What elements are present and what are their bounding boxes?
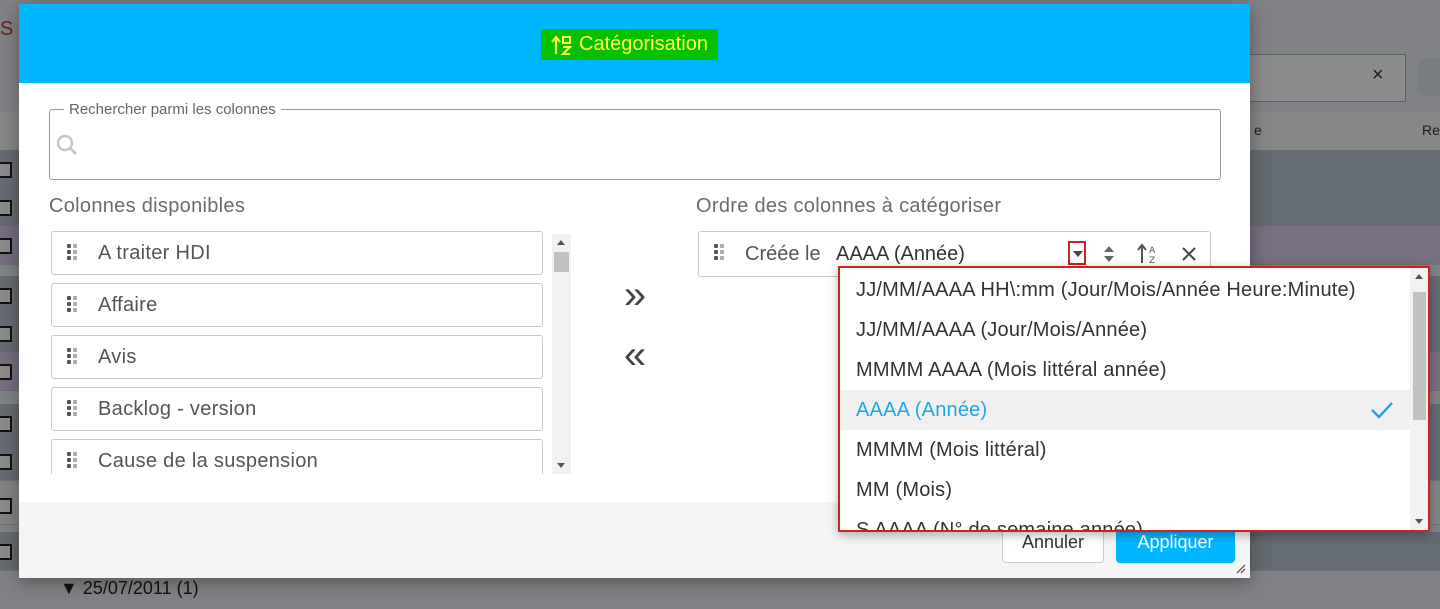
drag-handle-icon[interactable] xyxy=(67,348,81,368)
categorize-icon xyxy=(551,34,573,55)
search-icon xyxy=(56,134,77,155)
available-list-scrollbar[interactable] xyxy=(552,234,571,474)
column-search-field: Rechercher parmi les colonnes xyxy=(49,101,1221,180)
available-column-item[interactable]: Affaire xyxy=(51,283,543,327)
dialog-header: Catégorisation xyxy=(19,4,1250,83)
format-option[interactable]: JJ/MM/AAAA (Jour/Mois/Année) xyxy=(840,310,1412,350)
format-option[interactable]: S AAAA (N° de semaine année) xyxy=(840,510,1412,530)
column-label: Cause de la suspension xyxy=(98,450,319,472)
scrollbar-thumb[interactable] xyxy=(554,252,569,272)
remove-icon[interactable] xyxy=(1177,242,1201,266)
dialog-title: Catégorisation xyxy=(541,29,718,60)
sort-ascending-icon[interactable]: AZ xyxy=(1137,242,1161,266)
svg-text:Z: Z xyxy=(1149,256,1155,265)
ordered-column-name: Créée le xyxy=(745,243,821,265)
available-columns-title: Colonnes disponibles xyxy=(49,195,246,217)
drag-handle-icon[interactable] xyxy=(67,400,81,420)
available-column-item[interactable]: Backlog - version xyxy=(51,387,543,431)
format-option[interactable]: MM (Mois) xyxy=(840,470,1412,510)
column-label: Affaire xyxy=(98,294,158,316)
format-dropdown: JJ/MM/AAAA HH\:mm (Jour/Mois/Année Heure… xyxy=(838,266,1430,532)
scroll-up-icon[interactable] xyxy=(557,240,565,245)
format-option-label: AAAA (Année) xyxy=(856,399,988,421)
dropdown-scrollbar[interactable] xyxy=(1410,268,1428,530)
drag-handle-icon[interactable] xyxy=(67,296,81,316)
format-dropdown-toggle[interactable] xyxy=(1068,241,1086,265)
resize-handle-icon[interactable] xyxy=(1236,564,1246,574)
scrollbar-thumb[interactable] xyxy=(1413,292,1426,420)
reorder-icon[interactable] xyxy=(1097,242,1121,266)
format-option[interactable]: JJ/MM/AAAA HH\:mm (Jour/Mois/Année Heure… xyxy=(840,270,1412,310)
available-column-item[interactable]: Cause de la suspension xyxy=(51,439,543,474)
scroll-down-icon[interactable] xyxy=(1415,519,1423,524)
column-search-legend: Rechercher parmi les colonnes xyxy=(64,101,281,118)
drag-handle-icon[interactable] xyxy=(67,244,81,264)
column-label: A traiter HDI xyxy=(98,242,211,264)
column-label: Avis xyxy=(98,346,137,368)
drag-handle-icon[interactable] xyxy=(714,244,728,264)
format-option[interactable]: MMMM AAAA (Mois littéral année) xyxy=(840,350,1412,390)
column-label: Backlog - version xyxy=(98,398,257,420)
ordered-column-format: AAAA (Année) xyxy=(836,243,965,265)
format-option[interactable]: MMMM (Mois littéral) xyxy=(840,430,1412,470)
move-left-button[interactable]: « xyxy=(617,335,653,376)
check-icon xyxy=(1371,402,1393,419)
available-column-item[interactable]: A traiter HDI xyxy=(51,231,543,275)
format-option-selected[interactable]: AAAA (Année) xyxy=(840,390,1412,430)
available-columns-list: A traiter HDI Affaire Avis Backlog - ver… xyxy=(49,230,543,474)
dialog-title-label: Catégorisation xyxy=(579,33,708,55)
svg-text:A: A xyxy=(1149,246,1156,256)
scroll-up-icon[interactable] xyxy=(1415,274,1423,279)
ordered-columns-title: Ordre des colonnes à catégoriser xyxy=(696,195,1002,217)
available-column-item[interactable]: Avis xyxy=(51,335,543,379)
move-right-button[interactable]: » xyxy=(617,275,653,316)
drag-handle-icon[interactable] xyxy=(67,452,81,472)
scroll-down-icon[interactable] xyxy=(557,463,565,468)
column-search-input[interactable] xyxy=(86,128,1210,164)
